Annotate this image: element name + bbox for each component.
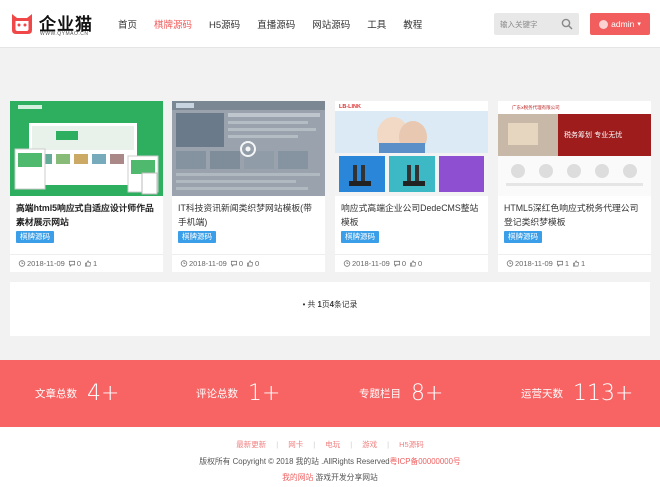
stat-articles: 文章总数 4+ [35, 381, 120, 406]
thumbs-up-icon [573, 260, 580, 267]
comment-count: 0 [76, 259, 81, 268]
nav-item-tutorials[interactable]: 教程 [403, 17, 422, 33]
thumbnail-image [172, 101, 325, 196]
article-grid: 高端html5响应式自适应设计师作品素材展示网站 棋牌源码 2018-11-09… [10, 101, 651, 272]
article-thumbnail[interactable]: LB-LINK [335, 101, 488, 196]
site-logo[interactable]: 企业猫 WWW.QYMAO.CN [9, 9, 99, 41]
stat-comments: 评论总数 1+ [196, 381, 281, 406]
search-icon[interactable] [561, 18, 573, 30]
article-meta: 2018-11-09 0 0 [172, 254, 325, 272]
clock-icon [506, 260, 514, 267]
site-header: 企业猫 WWW.QYMAO.CN 首页 棋牌源码 H5源码 直播源码 网站源码 … [0, 0, 660, 48]
thumbnail-company-text: 广东x税务代理有限公司 [512, 104, 560, 111]
article-thumbnail[interactable] [172, 101, 325, 196]
comment-icon [230, 260, 237, 267]
site-link[interactable]: 我的网站 [282, 473, 313, 482]
comment-count: 1 [564, 259, 569, 268]
thumbnail-image: LB-LINK [335, 101, 488, 196]
nav-item-h5-source[interactable]: H5源码 [209, 17, 240, 33]
category-tag[interactable]: 棋牌源码 [178, 231, 216, 243]
search-input[interactable] [494, 13, 556, 35]
article-meta: 2018-11-09 0 1 [10, 254, 163, 272]
stat-topics: 专题栏目 8+ [359, 381, 444, 406]
footer-link[interactable]: 最新更新 [236, 440, 266, 449]
clock-icon [343, 260, 351, 267]
pagination-summary: • 共 1页4条记录 [302, 300, 358, 309]
article-title[interactable]: IT科技资讯新闻类织梦网站模板(带手机端) [178, 201, 320, 229]
clock-icon [18, 260, 26, 267]
chevron-down-icon: ▾ [637, 21, 641, 28]
stat-days: 运营天数 113+ [521, 381, 634, 406]
site-credit: 我的网站 游戏开发分享网站 [282, 473, 378, 482]
nav-item-tools[interactable]: 工具 [367, 17, 386, 33]
category-tag[interactable]: 棋牌源码 [16, 231, 54, 243]
footer-links: 最新更新 | 网卡 | 电玩 | 游戏 | H5源码 [236, 440, 424, 449]
nav-item-chess-source[interactable]: 棋牌源码 [154, 17, 192, 33]
article-title[interactable]: HTML5深红色响应式税务代理公司登记类织梦模板 [504, 201, 646, 229]
article-meta: 2018-11-09 1 1 [498, 254, 651, 272]
clock-icon [180, 260, 188, 267]
thumbs-up-icon [410, 260, 417, 267]
cat-logo-icon [12, 14, 32, 34]
footer-link[interactable]: 电玩 [325, 440, 340, 449]
user-menu-button[interactable]: admin ▾ [590, 13, 650, 35]
brand-domain: WWW.QYMAO.CN [40, 31, 89, 37]
article-date: 2018-11-09 [27, 259, 65, 268]
username: admin [611, 19, 635, 29]
thumbnail-logo-text: LB-LINK [339, 104, 361, 110]
article-title[interactable]: 响应式高端企业公司DedeCMS整站模板 [341, 201, 483, 229]
article-thumbnail[interactable]: 广东x税务代理有限公司 税务筹划 专业无忧 [498, 101, 651, 196]
thumbnail-slogan-text: 税务筹划 专业无忧 [564, 130, 622, 139]
footer-link[interactable]: H5源码 [399, 440, 424, 449]
article-card[interactable]: LB-LINK 响应式高端企业公司DedeCMS整站模板 棋牌源码 2018-1… [335, 101, 488, 272]
site-stats-bar: 文章总数 4+ 评论总数 1+ 专题栏目 8+ 运营天数 113+ [0, 360, 660, 427]
category-tag[interactable]: 棋牌源码 [341, 231, 379, 243]
footer-link[interactable]: 游戏 [362, 440, 377, 449]
icp-link[interactable]: 粤ICP备00000000号 [390, 457, 461, 466]
nav-item-live-source[interactable]: 直播源码 [257, 17, 295, 33]
article-thumbnail[interactable] [10, 101, 163, 196]
comment-icon [556, 260, 563, 267]
article-card[interactable]: IT科技资讯新闻类织梦网站模板(带手机端) 棋牌源码 2018-11-09 0 … [172, 101, 325, 272]
comment-count: 0 [401, 259, 406, 268]
thumbnail-image: 广东x税务代理有限公司 税务筹划 专业无忧 [498, 101, 651, 196]
nav-item-website-source[interactable]: 网站源码 [312, 17, 350, 33]
article-card[interactable]: 高端html5响应式自适应设计师作品素材展示网站 棋牌源码 2018-11-09… [10, 101, 163, 272]
article-date: 2018-11-09 [189, 259, 227, 268]
like-count: 1 [92, 259, 98, 268]
search-box [494, 13, 579, 35]
main-nav: 首页 棋牌源码 H5源码 直播源码 网站源码 工具 教程 [118, 17, 439, 33]
thumbs-up-icon [85, 260, 92, 267]
avatar [599, 19, 609, 29]
category-tag[interactable]: 棋牌源码 [504, 231, 542, 243]
article-title[interactable]: 高端html5响应式自适应设计师作品素材展示网站 [16, 201, 158, 229]
like-count: 0 [254, 259, 260, 268]
copyright: 版权所有 Copyright © 2018 我的站 .AllRights Res… [199, 457, 461, 466]
article-meta: 2018-11-09 0 0 [335, 254, 488, 272]
site-footer: 最新更新 | 网卡 | 电玩 | 游戏 | H5源码 版权所有 Copyright © 2018… [0, 427, 660, 487]
comment-count: 0 [238, 259, 243, 268]
like-count: 1 [580, 259, 586, 268]
comment-icon [393, 260, 400, 267]
thumbs-up-icon [247, 260, 254, 267]
footer-link[interactable]: 网卡 [288, 440, 303, 449]
article-date: 2018-11-09 [515, 259, 553, 268]
thumbnail-image [10, 101, 163, 196]
article-card[interactable]: 广东x税务代理有限公司 税务筹划 专业无忧 HTML5深红色响应式税务代理公司登… [498, 101, 651, 272]
comment-icon [68, 260, 75, 267]
like-count: 0 [417, 259, 423, 268]
article-date: 2018-11-09 [352, 259, 390, 268]
pagination: • 共 1页4条记录 [10, 282, 650, 336]
nav-item-home[interactable]: 首页 [118, 17, 137, 33]
